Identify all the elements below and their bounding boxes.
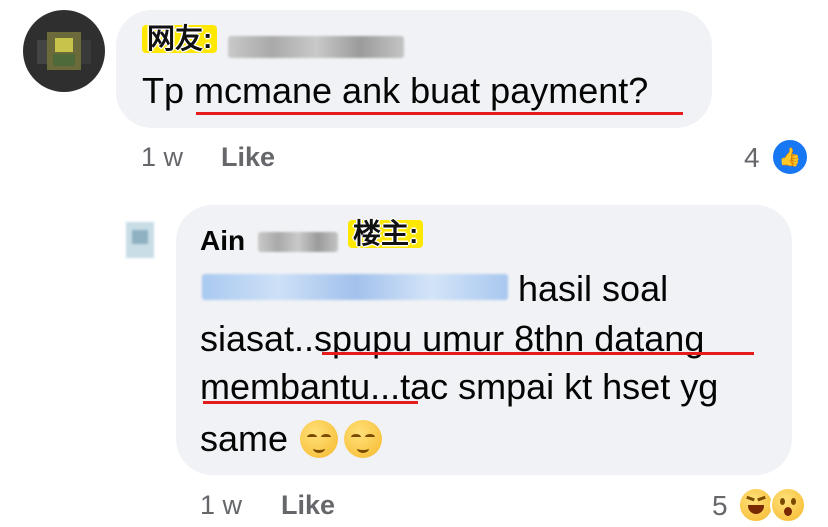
reply-text-line-1: hasil soal (518, 268, 669, 309)
reaction-count[interactable]: 5 (712, 490, 728, 522)
reply-text-line-4: same (200, 418, 289, 459)
relieved-face-icon (300, 420, 338, 458)
red-underline (322, 352, 754, 355)
thumbs-up-icon[interactable]: 👍 (771, 138, 809, 176)
comment-time: 1 w (200, 490, 243, 520)
blurred-author-surname (258, 232, 338, 252)
surprised-face-icon[interactable] (770, 487, 806, 523)
like-button[interactable]: Like (221, 142, 275, 173)
relieved-face-icon (344, 420, 382, 458)
comment-text: Tp mcmane ank buat payment? (142, 70, 649, 111)
red-underline (196, 112, 683, 115)
blurred-commenter-name (228, 36, 404, 58)
red-underline (203, 401, 418, 404)
avatar[interactable] (23, 10, 105, 92)
label-tag: 楼主: (348, 220, 424, 248)
comment-time: 1 w (141, 142, 184, 172)
label-tag: 网友: (142, 25, 218, 53)
author-name[interactable]: Ain (200, 225, 245, 257)
laughing-face-icon[interactable] (738, 487, 774, 523)
blurred-mention (202, 274, 508, 300)
avatar[interactable] (120, 218, 162, 266)
like-button[interactable]: Like (281, 490, 335, 521)
reaction-count[interactable]: 4 (744, 142, 760, 174)
